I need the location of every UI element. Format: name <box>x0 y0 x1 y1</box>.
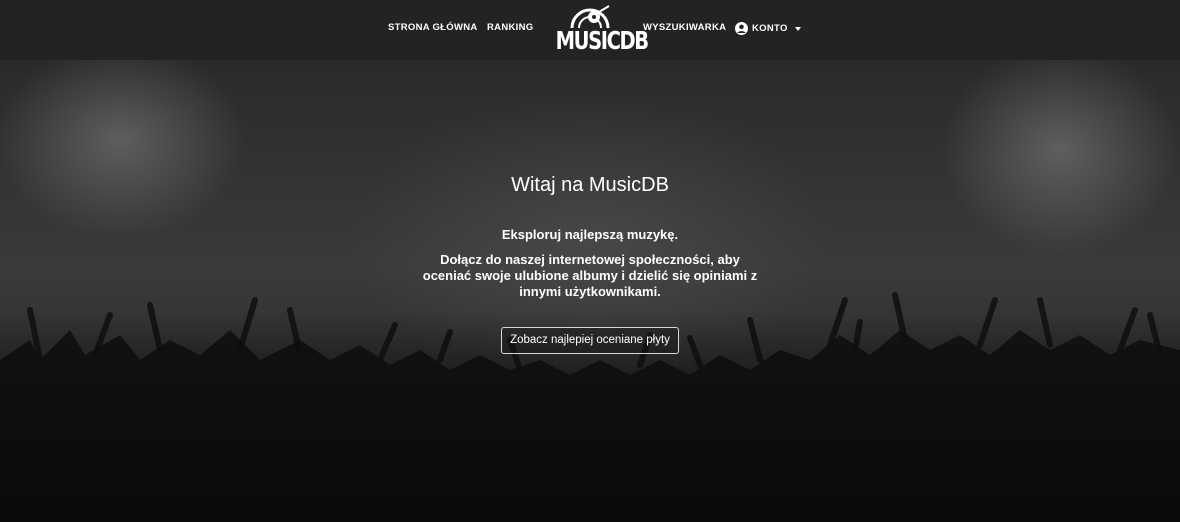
hero-section: Witaj na MusicDB Eksploruj najlepszą muz… <box>0 60 1180 522</box>
musicdb-logo[interactable]: MUSICDB <box>546 2 649 58</box>
caret-down-icon <box>794 26 801 31</box>
hero-lead: Eksploruj najlepszą muzykę. <box>501 227 679 242</box>
user-circle-icon <box>735 22 748 35</box>
nav-link-ranking[interactable]: RANKING <box>487 22 533 33</box>
logo-text: MUSICDB <box>555 26 649 55</box>
hero-title: Witaj na MusicDB <box>511 174 669 196</box>
nav-link-search[interactable]: WYSZUKIWARKA <box>643 22 726 33</box>
top-navbar: STRONA GŁÓWNA RANKING MUSICDB WYSZUKIWAR… <box>0 0 1180 60</box>
account-label: KONTO <box>752 23 788 34</box>
nav-account-dropdown[interactable]: KONTO <box>735 22 801 35</box>
hero-description: Dołącz do naszej internetowej społecznoś… <box>422 252 758 299</box>
nav-link-home[interactable]: STRONA GŁÓWNA <box>388 22 478 33</box>
top-rated-albums-button[interactable]: Zobacz najlepiej oceniane płyty <box>501 327 679 354</box>
